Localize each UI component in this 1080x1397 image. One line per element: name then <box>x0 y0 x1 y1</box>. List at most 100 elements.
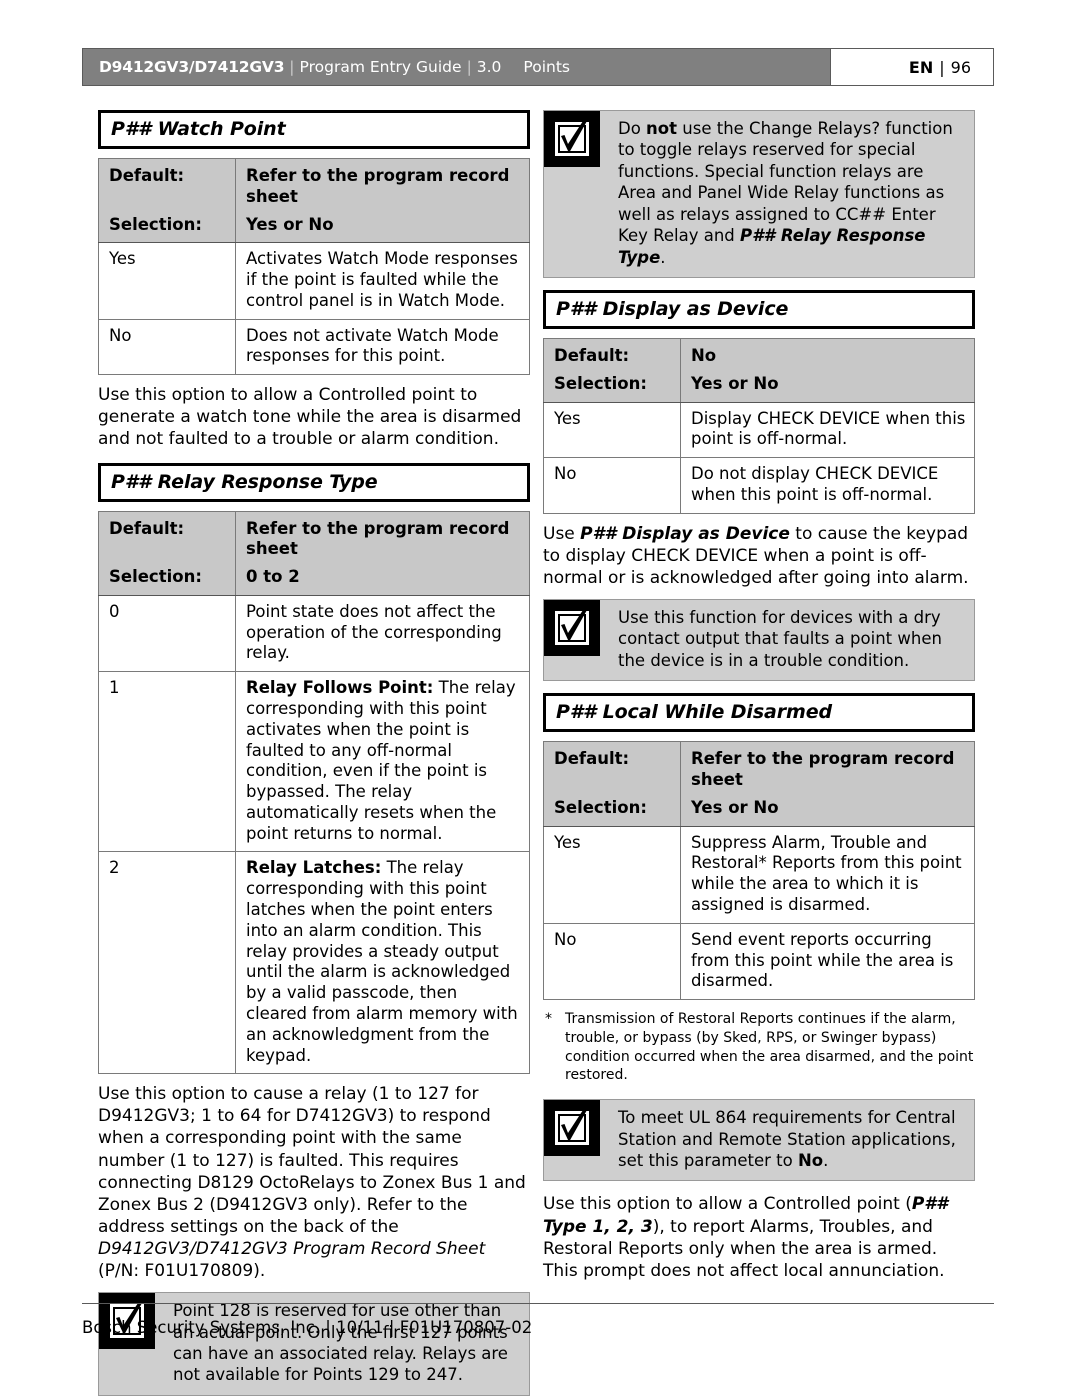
note-text: To meet UL 864 requirements for Central … <box>600 1100 974 1180</box>
option-key: 2 <box>98 851 236 1075</box>
description-part-1: Use <box>543 523 581 544</box>
note-box-change-relays: Do not use the Change Relays? function t… <box>543 110 975 279</box>
option-key: 0 <box>98 594 236 673</box>
table-row: No Does not activate Watch Mode response… <box>98 318 530 376</box>
selection-value: Yes or No <box>680 368 975 403</box>
header-separator-2: | <box>466 58 472 76</box>
selection-value: Yes or No <box>680 792 975 827</box>
note-text: Do not use the Change Relays? function t… <box>600 111 974 277</box>
option-lead: Relay Follows Point: <box>246 678 434 698</box>
option-description: Relay Follows Point: The relay correspon… <box>235 671 530 853</box>
option-description: Activates Watch Mode responses if the po… <box>235 242 530 320</box>
running-header-right: EN | 96 <box>830 48 994 86</box>
option-key: Yes <box>543 401 681 459</box>
table-row: 1 Relay Follows Point: The relay corresp… <box>98 671 530 853</box>
note-box-ul864: To meet UL 864 requirements for Central … <box>543 1099 975 1182</box>
running-header: D9412GV3/D7412GV3 | Program Entry Guide … <box>82 48 994 86</box>
watch-point-description: Use this option to allow a Controlled po… <box>98 385 522 450</box>
table-row: No Send event reports occurring from thi… <box>543 922 975 1001</box>
section-title-text: P## Relay Response Type <box>111 470 378 493</box>
header-model: D9412GV3/D7412GV3 <box>99 58 285 76</box>
section-header-watch-point: P## Watch Point <box>98 110 530 149</box>
table-row: Selection: 0 to 2 <box>98 562 530 596</box>
table-row: Default: No <box>543 338 975 369</box>
note-bold: No <box>797 1151 824 1171</box>
header-guide-title: Program Entry Guide <box>299 58 462 76</box>
header-section: Points <box>523 58 570 76</box>
table-row: 0 Point state does not affect the operat… <box>98 594 530 673</box>
display-as-device-description: Use P## Display as Device to cause the k… <box>543 523 975 589</box>
section-title-text: P## Display as Device <box>556 298 789 321</box>
footer-text: Bosch Security Systems, Inc. | 10/11 | F… <box>82 1318 533 1337</box>
header-version: 3.0 <box>476 58 502 76</box>
option-description: Relay Latches: The relay corresponding w… <box>235 851 530 1075</box>
note-box-point-128: Point 128 is reserved for use other than… <box>98 1292 530 1396</box>
note-part-1: Do <box>618 119 647 138</box>
selection-value: Yes or No <box>235 209 530 244</box>
option-description: Do not display CHECK DEVICE when this po… <box>680 457 975 514</box>
checkmark-box-icon <box>544 111 600 167</box>
description-italic: D9412GV3/D7412GV3 Program Record Sheet <box>98 1238 486 1259</box>
section-header-display-as-device: P## Display as Device <box>543 290 975 330</box>
option-key: No <box>543 457 681 514</box>
table-row: Selection: Yes or No <box>98 209 530 244</box>
selection-label: Selection: <box>98 209 236 244</box>
selection-label: Selection: <box>543 368 681 403</box>
checkmark-box-icon <box>544 1100 600 1157</box>
option-key: No <box>543 922 681 1001</box>
header-page-number: 96 <box>950 57 971 77</box>
table-row: Default: Refer to the program record she… <box>543 741 975 793</box>
table-row: Selection: Yes or No <box>543 368 975 403</box>
default-value: Refer to the program record sheet <box>680 741 975 793</box>
option-lead: Relay Latches: <box>246 858 382 878</box>
table-local-while-disarmed: Default: Refer to the program record she… <box>543 741 975 1001</box>
header-language: EN <box>908 57 934 77</box>
header-separator-3: | <box>939 57 945 77</box>
note-text: Use this function for devices with a dry… <box>618 608 942 670</box>
table-row: 2 Relay Latches: The relay corresponding… <box>98 851 530 1075</box>
option-text: The relay corresponding with this point … <box>246 678 516 843</box>
description-part-1: Use this option to cause a relay (1 to 1… <box>98 1084 526 1237</box>
option-key: No <box>98 318 236 376</box>
default-label: Default: <box>98 510 236 563</box>
default-value: Refer to the program record sheet <box>235 157 530 210</box>
description-part-2: (P/N: F01U170809). <box>98 1261 266 1282</box>
default-label: Default: <box>543 741 681 793</box>
footnote-marker: * <box>545 1011 552 1028</box>
footnote-restoral: * Transmission of Restoral Reports conti… <box>543 1010 975 1085</box>
note-text: Point 128 is reserved for use other than… <box>173 1301 508 1385</box>
option-description: Send event reports occurring from this p… <box>680 922 975 1001</box>
local-while-disarmed-description: Use this option to allow a Controlled po… <box>543 1193 975 1281</box>
section-title-text: P## Watch Point <box>111 118 286 140</box>
selection-label: Selection: <box>98 562 236 596</box>
running-header-left: D9412GV3/D7412GV3 | Program Entry Guide … <box>82 48 830 86</box>
table-row: Selection: Yes or No <box>543 792 975 827</box>
option-key: Yes <box>98 242 236 320</box>
option-key: Yes <box>543 825 681 924</box>
table-display-as-device: Default: No Selection: Yes or No Yes Dis… <box>543 338 975 514</box>
option-text: The relay corresponding with this point … <box>246 858 518 1065</box>
table-row: Yes Display CHECK DEVICE when this point… <box>543 401 975 459</box>
option-description: Display CHECK DEVICE when this point is … <box>680 401 975 459</box>
section-header-local-while-disarmed: P## Local While Disarmed <box>543 693 975 733</box>
section-title-text: P## Local While Disarmed <box>556 701 833 724</box>
checkmark-box-icon <box>544 600 600 657</box>
document-page: D9412GV3/D7412GV3 | Program Entry Guide … <box>0 0 1080 1397</box>
footer-divider <box>82 1303 994 1304</box>
note-part-2: . <box>823 1151 829 1171</box>
table-relay-response-type: Default: Refer to the program record she… <box>98 510 530 1075</box>
selection-label: Selection: <box>543 792 681 827</box>
note-bold: not <box>646 119 678 138</box>
option-description: Point state does not affect the operatio… <box>235 594 530 673</box>
footnote-text: Transmission of Restoral Reports continu… <box>565 1011 974 1084</box>
right-column: Do not use the Change Relays? function t… <box>543 110 975 1294</box>
left-column: P## Watch Point Default: Refer to the pr… <box>98 110 530 1397</box>
option-text: Point state does not affect the operatio… <box>246 601 502 663</box>
header-separator-1: | <box>289 58 295 76</box>
option-description: Does not activate Watch Mode responses f… <box>235 318 530 376</box>
table-row: No Do not display CHECK DEVICE when this… <box>543 457 975 514</box>
table-row: Yes Suppress Alarm, Trouble and Restoral… <box>543 825 975 924</box>
note-box-dry-contact: Use this function for devices with a dry… <box>543 599 975 682</box>
default-label: Default: <box>543 338 681 369</box>
description-bold-italic: P## Display as Device <box>580 523 790 544</box>
